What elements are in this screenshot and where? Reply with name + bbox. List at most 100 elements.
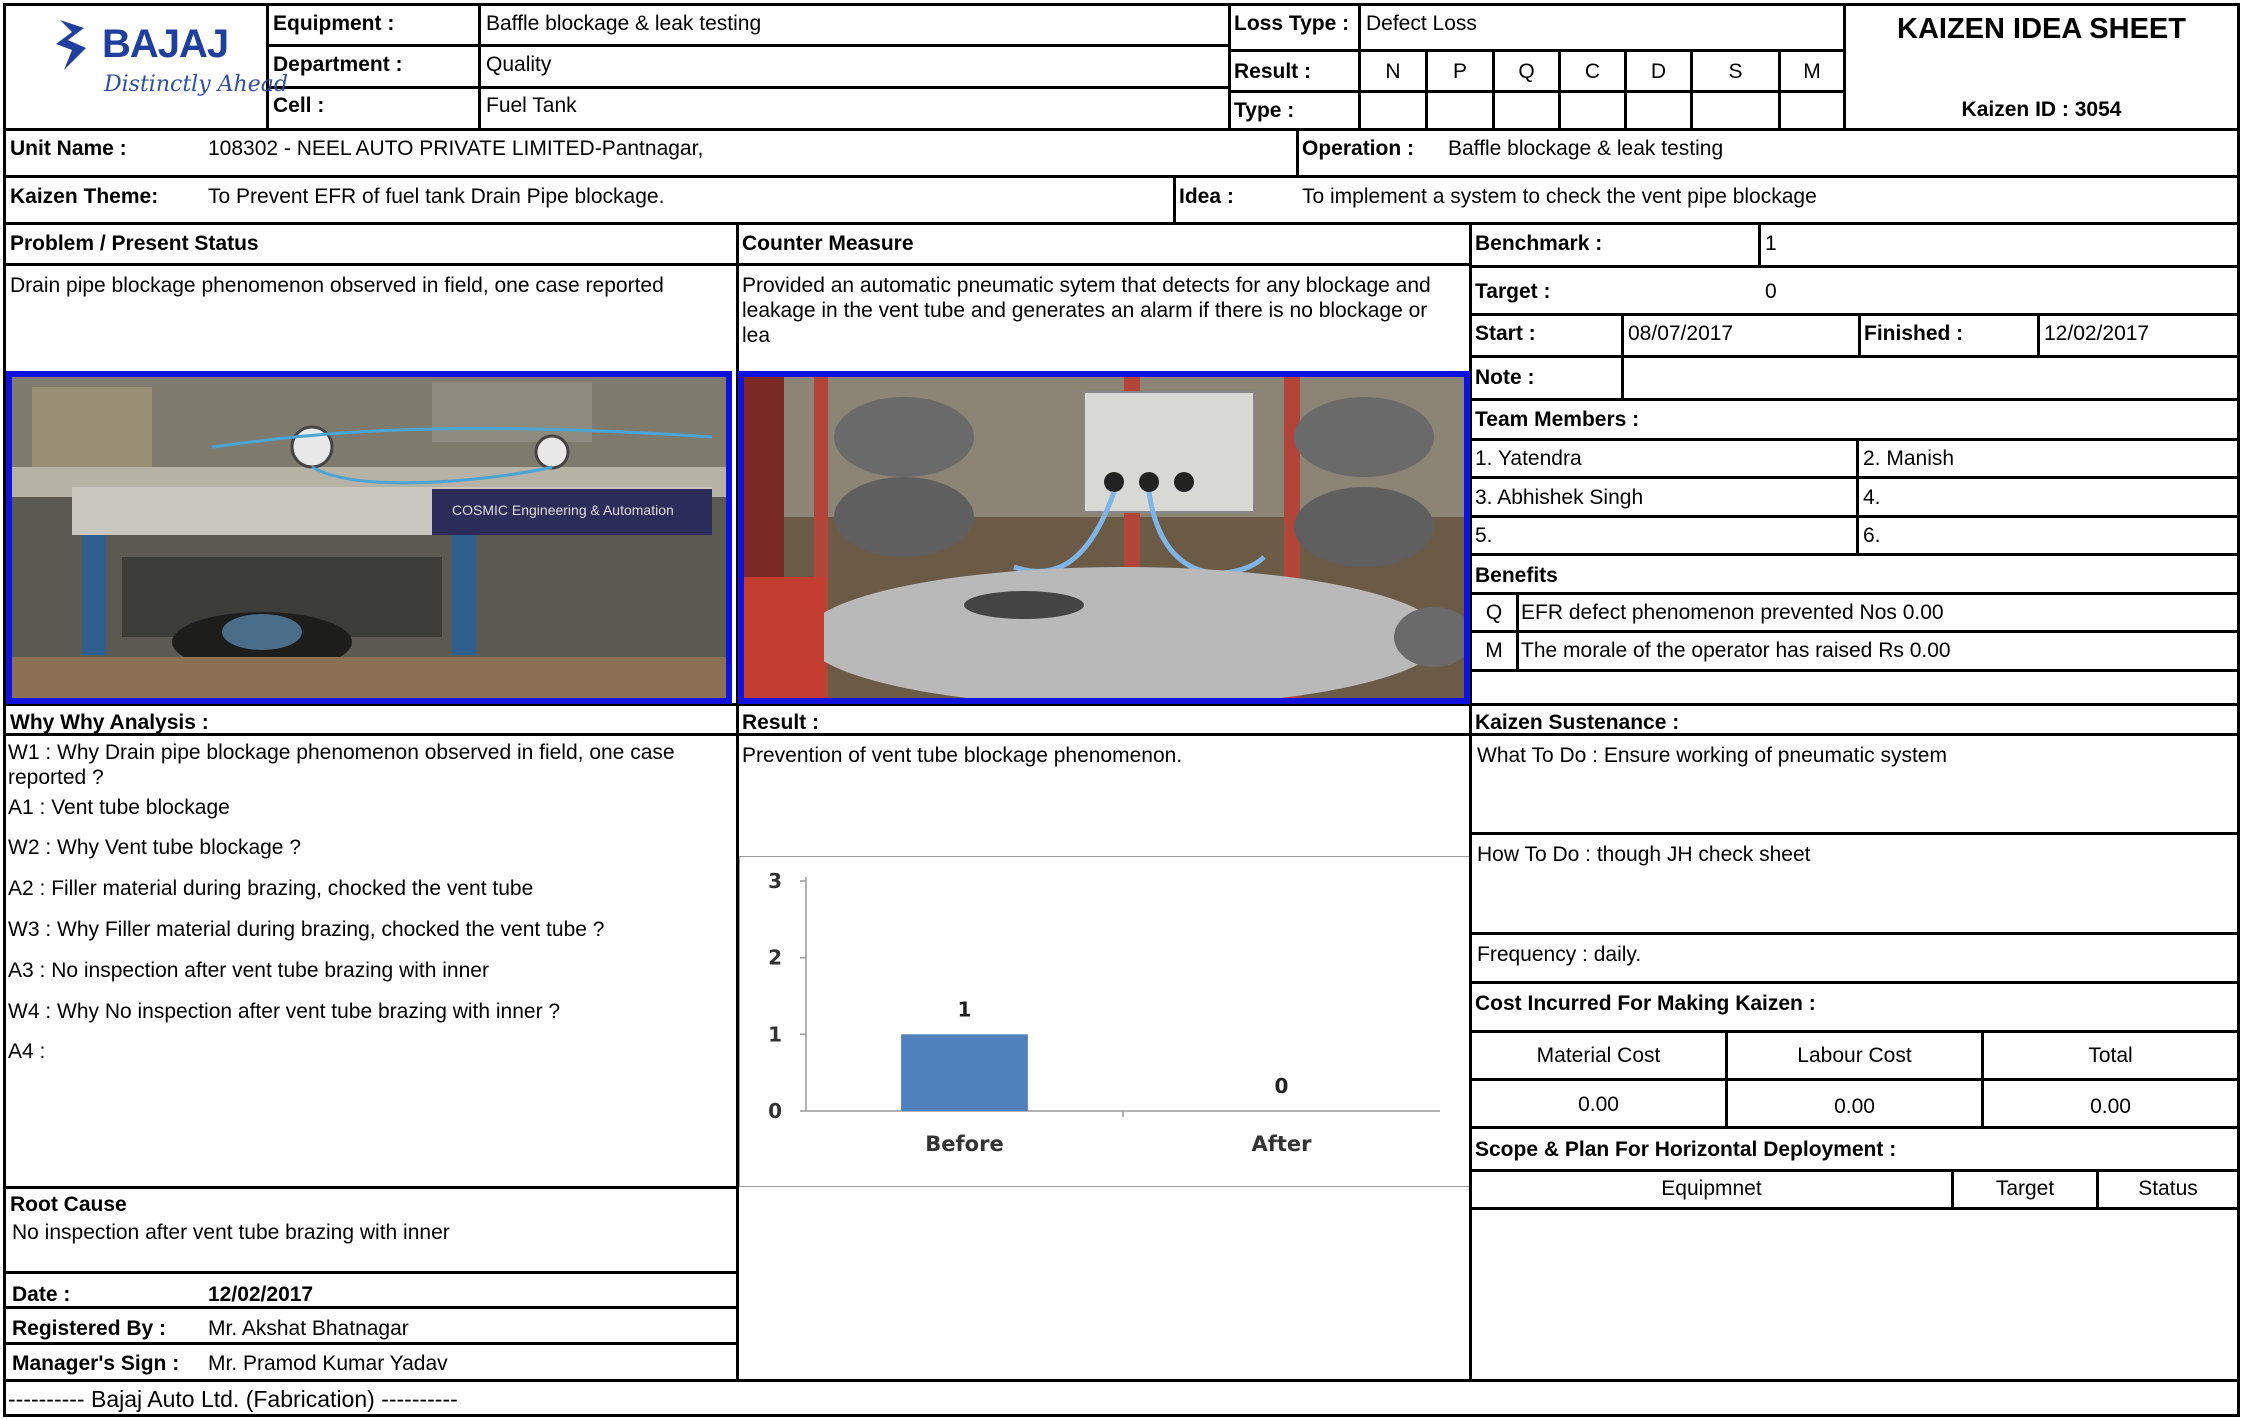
x-category-label: After [1251,1132,1312,1156]
why-line-w3: W3 : Why Filler material during brazing,… [8,918,605,941]
y-tick-label: 2 [768,946,782,970]
total-cost-value: 0.00 [2090,1095,2131,1118]
result-code-n: N [1385,60,1401,83]
registered-by-label: Registered By : [12,1317,167,1340]
labour-cost-value: 0.00 [1834,1095,1875,1118]
start-label: Start : [1475,322,1536,345]
y-tick-label: 1 [768,1022,782,1046]
result-code-m: M [1803,60,1821,83]
kaizen-theme-value: To Prevent EFR of fuel tank Drain Pipe b… [208,185,665,208]
data-label-before: 1 [958,997,972,1021]
company-footer: ---------- Bajaj Auto Ltd. (Fabrication)… [8,1386,458,1412]
x-category-label: Before [925,1132,1003,1156]
note-label: Note : [1475,366,1535,389]
benchmark-value: 1 [1765,232,1777,255]
scope-col-target: Target [1995,1177,2055,1200]
result-code-q: Q [1518,60,1535,83]
unit-name-label: Unit Name : [10,137,127,160]
photo-sign-text: COSMIC Engineering & Automation [452,502,674,518]
why-line-a4: A4 : [8,1040,46,1063]
registered-by-value: Mr. Akshat Bhatnagar [208,1317,409,1340]
team-member-6: 6. [1863,524,1881,547]
bajaj-logo: BAJAJ Distinctly Ahead [50,14,288,109]
target-label: Target : [1475,280,1551,303]
idea-label: Idea : [1179,185,1234,208]
finished-value: 12/02/2017 [2044,322,2150,345]
why-line-w1: W1 : Why Drain pipe blockage phenomenon … [8,741,675,789]
problem-photo: COSMIC Engineering & Automation [6,371,732,704]
finished-label: Finished : [1864,322,1964,345]
operation-value: Baffle blockage & leak testing [1448,137,1724,160]
scope-col-equipment: Equipmnet [1661,1177,1762,1200]
sustenance-how: How To Do : though JH check sheet [1477,843,1811,866]
start-value: 08/07/2017 [1628,322,1734,345]
date-value: 12/02/2017 [208,1283,314,1306]
why-line-w2: W2 : Why Vent tube blockage ? [8,836,301,859]
equipment-label: Equipment : [273,12,395,35]
why-line-a3: A3 : No inspection after vent tube brazi… [8,959,489,982]
material-cost-label: Material Cost [1536,1044,1661,1067]
kaizen-idea-sheet: BAJAJ Distinctly Ahead Equipment : Baffl… [0,0,2243,1419]
benefits-heading: Benefits [1475,564,1558,587]
cost-heading: Cost Incurred For Making Kaizen : [1475,992,1816,1015]
scope-col-status: Status [2138,1177,2198,1200]
labour-cost-label: Labour Cost [1797,1044,1912,1067]
cell-value: Fuel Tank [486,94,577,117]
team-heading: Team Members : [1475,408,1640,431]
manager-sign-label: Manager's Sign : [12,1352,180,1375]
problem-heading: Problem / Present Status [10,232,259,255]
team-member-5: 5. [1475,524,1493,547]
bajaj-emblem-icon [56,20,86,70]
why-line-a1: A1 : Vent tube blockage [8,796,230,819]
sustenance-heading: Kaizen Sustenance : [1475,711,1680,734]
benefit-text-q: EFR defect phenomenon prevented Nos 0.00 [1521,601,1944,624]
counter-measure-text: Provided an automatic pneumatic sytem th… [742,274,1431,347]
department-label: Department : [273,53,403,76]
team-member-2: 2. Manish [1863,447,1955,470]
root-cause-heading: Root Cause [10,1193,127,1216]
y-tick-label: 3 [768,869,782,893]
kaizen-id: Kaizen ID : 3054 [1961,98,2122,121]
unit-name-value: 108302 - NEEL AUTO PRIVATE LIMITED-Pantn… [208,137,704,160]
operation-label: Operation : [1302,137,1415,160]
loss-type-value: Defect Loss [1366,12,1477,35]
problem-text: Drain pipe blockage phenomenon observed … [10,274,664,297]
benefit-code-q: Q [1485,601,1503,624]
sheet-title: KAIZEN IDEA SHEET [1897,13,2186,45]
benefit-code-m: M [1485,639,1503,662]
target-value: 0 [1765,280,1777,303]
team-member-1: 1. Yatendra [1475,447,1582,470]
result-code-c: C [1584,60,1601,83]
why-line-w4: W4 : Why No inspection after vent tube b… [8,1000,561,1023]
material-cost-value: 0.00 [1578,1093,1619,1116]
result-code-d: D [1650,60,1667,83]
department-value: Quality [486,53,552,76]
team-member-4: 4. [1863,486,1881,509]
sustenance-what: What To Do : Ensure working of pneumatic… [1477,744,1947,767]
why-why-heading: Why Why Analysis : [10,711,209,734]
scope-heading: Scope & Plan For Horizontal Deployment : [1475,1138,1897,1161]
result-code-p: P [1452,60,1467,83]
team-member-3: 3. Abhishek Singh [1475,486,1644,509]
idea-value: To implement a system to check the vent … [1302,185,1817,208]
date-label: Date : [12,1283,71,1306]
bar-before [901,1034,1028,1111]
logo-tagline: Distinctly Ahead [104,72,288,97]
kaizen-theme-label: Kaizen Theme: [10,185,159,208]
type-label: Type : [1234,99,1295,122]
benchmark-label: Benchmark : [1475,232,1603,255]
loss-type-label: Loss Type : [1234,12,1350,35]
counter-measure-photo [738,371,1470,704]
logo-brand-text: BAJAJ [102,22,229,66]
result-heading: Result : [742,711,820,734]
y-tick-label: 0 [768,1099,782,1123]
data-label-after: 0 [1275,1074,1289,1098]
benefit-text-m: The morale of the operator has raised Rs… [1521,639,1951,662]
total-cost-label: Total [2088,1044,2133,1067]
counter-measure-heading: Counter Measure [742,232,914,255]
manager-sign-value: Mr. Pramod Kumar Yadav [208,1352,448,1375]
equipment-value: Baffle blockage & leak testing [486,12,762,35]
result-text: Prevention of vent tube blockage phenome… [742,744,1183,767]
result-bar-chart: 0 1 2 3 1 Before 0 After [768,869,1440,1156]
why-line-a2: A2 : Filler material during brazing, cho… [8,877,534,900]
